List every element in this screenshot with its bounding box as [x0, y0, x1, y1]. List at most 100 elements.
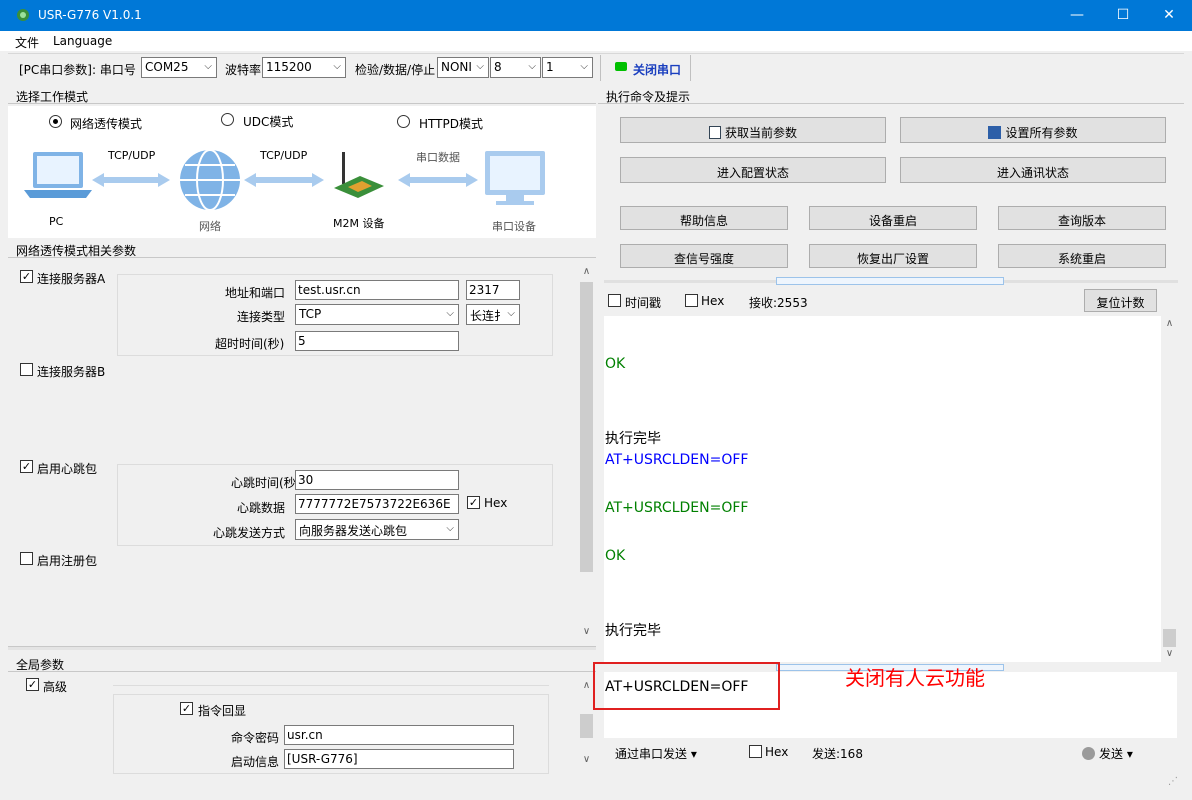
timestamp-checkbox[interactable] — [608, 294, 621, 307]
arrow-icon — [92, 173, 170, 187]
mode-label-httpd: HTTPD模式 — [419, 117, 483, 131]
parity-select[interactable]: NONI ⌵ — [437, 57, 489, 78]
search-doc-icon — [708, 126, 721, 139]
scroll-up-icon[interactable]: ∧ — [578, 266, 595, 277]
radio-udc[interactable] — [221, 113, 234, 126]
get-params-button[interactable]: 获取当前参数 — [620, 117, 886, 143]
commands-header: 执行命令及提示 — [598, 86, 1184, 104]
annotation-label: 关闭有人云功能 — [845, 666, 985, 690]
menu-language[interactable]: Language — [53, 34, 112, 48]
scroll-thumb[interactable] — [580, 714, 593, 738]
timeout-label: 超时时间(秒) — [215, 337, 285, 351]
server-b-label: 连接服务器B — [37, 365, 106, 379]
tx-hex-checkbox[interactable] — [749, 745, 762, 758]
serial-device-label: 串口设备 — [492, 220, 536, 233]
maximize-button[interactable]: ☐ — [1100, 0, 1146, 31]
receive-count: 接收:2553 — [749, 296, 808, 310]
hb-data-label: 心跳数据 — [237, 501, 286, 515]
net-params-header: 网络透传模式相关参数 — [8, 240, 596, 258]
pwd-label: 命令密码 — [231, 731, 280, 745]
close-port-button[interactable]: 关闭串口 — [633, 61, 681, 78]
query-version-button[interactable]: 查询版本 — [998, 206, 1166, 230]
device-label: M2M 设备 — [333, 217, 385, 230]
baud-label: 波特率 — [225, 63, 262, 77]
global-params-header: 全局参数 — [8, 654, 596, 672]
work-mode-header: 选择工作模式 — [8, 86, 596, 104]
log-line: AT+USRCLDEN=OFF — [605, 500, 749, 516]
log-line: OK — [605, 548, 626, 564]
scroll-thumb[interactable] — [1163, 629, 1176, 647]
menu-file[interactable]: 文件 — [15, 34, 39, 51]
conn-type-label: 连接类型 — [237, 310, 286, 324]
serial-link-label: 串口数据 — [416, 151, 460, 164]
rx-hex-checkbox[interactable] — [685, 294, 698, 307]
baud-select[interactable]: 115200 ⌵ — [262, 57, 346, 78]
arrow-icon — [244, 173, 324, 187]
send-count: 发送:168 — [812, 747, 863, 761]
port-label: : 串口号 — [92, 63, 136, 77]
link-label-1: TCP/UDP — [108, 149, 156, 162]
log-scrollbar[interactable]: ∧ ∨ — [1161, 316, 1178, 662]
scroll-up-icon[interactable]: ∧ — [1161, 318, 1178, 329]
save-icon — [988, 126, 1002, 139]
boot-input[interactable]: [USR-G776] — [284, 749, 514, 769]
advanced-checkbox[interactable]: ✓ — [26, 678, 39, 691]
hb-mode-label: 心跳发送方式 — [213, 526, 286, 540]
scroll-down-icon[interactable]: ∨ — [578, 626, 595, 637]
pwd-input[interactable]: usr.cn — [284, 725, 514, 745]
splitter-handle[interactable] — [776, 277, 1004, 285]
hb-time-label: 心跳时间(秒 — [231, 476, 296, 490]
app-icon — [17, 9, 29, 21]
heartbeat-checkbox[interactable]: ✓ — [20, 460, 33, 473]
scroll-down-icon[interactable]: ∨ — [1161, 648, 1178, 659]
receive-log[interactable] — [604, 316, 1161, 662]
set-params-button[interactable]: 设置所有参数 — [900, 117, 1166, 143]
hb-time-input[interactable]: 30 — [295, 470, 459, 490]
radio-httpd[interactable] — [397, 115, 410, 128]
conn-type-select[interactable]: TCP ⌵ — [295, 304, 459, 325]
port-status-icon — [615, 62, 627, 71]
stopbits-select[interactable]: 1 ⌵ — [542, 57, 593, 78]
tx-hex-label: Hex — [765, 745, 789, 759]
register-checkbox[interactable] — [20, 552, 33, 565]
close-button[interactable]: ✕ — [1146, 0, 1192, 31]
port-select[interactable]: COM25 ⌵ — [141, 57, 217, 78]
conn-mode-select[interactable]: 长连扌 ⌵ — [466, 304, 520, 325]
server-a-checkbox[interactable]: ✓ — [20, 270, 33, 283]
send-text: AT+USRCLDEN=OFF — [605, 679, 749, 695]
advanced-label: 高级 — [43, 680, 68, 694]
scroll-down-icon[interactable]: ∨ — [578, 754, 595, 765]
factory-reset-button[interactable]: 恢复出厂设置 — [809, 244, 977, 268]
send-button[interactable]: 发送 ▾ — [1082, 745, 1133, 762]
timestamp-label: 时间戳 — [625, 296, 662, 310]
menu-bar: 文件 Language — [0, 31, 1192, 51]
arrow-icon — [398, 173, 478, 187]
system-reboot-button[interactable]: 系统重启 — [998, 244, 1166, 268]
mode-label-net: 网络透传模式 — [70, 117, 143, 131]
help-button[interactable]: 帮助信息 — [620, 206, 788, 230]
server-addr-input[interactable]: test.usr.cn — [295, 280, 459, 300]
hb-hex-checkbox[interactable]: ✓ — [467, 496, 480, 509]
enter-comm-button[interactable]: 进入通讯状态 — [900, 157, 1166, 183]
scroll-thumb[interactable] — [580, 282, 593, 572]
hb-mode-select[interactable]: 向服务器发送心跳包 ⌵ — [295, 519, 459, 540]
server-b-checkbox[interactable] — [20, 363, 33, 376]
hb-data-input[interactable]: 7777772E7573722E636E — [295, 494, 459, 514]
echo-checkbox[interactable]: ✓ — [180, 702, 193, 715]
minimize-button[interactable]: — — [1054, 0, 1100, 31]
signal-button[interactable]: 查信号强度 — [620, 244, 788, 268]
radio-net-transparent[interactable] — [49, 115, 62, 128]
pc-label: PC — [49, 215, 64, 228]
send-via-dropdown[interactable]: 通过串口发送 ▾ — [615, 745, 697, 762]
reset-count-button[interactable]: 复位计数 — [1084, 289, 1157, 312]
enter-config-button[interactable]: 进入配置状态 — [620, 157, 886, 183]
server-port-input[interactable]: 2317 — [466, 280, 520, 300]
left-scrollbar[interactable]: ∧ ∨ — [578, 262, 595, 642]
reboot-device-button[interactable]: 设备重启 — [809, 206, 977, 230]
boot-label: 启动信息 — [231, 755, 280, 769]
parity-label: 检验/数据/停止 — [355, 63, 436, 77]
databits-select[interactable]: 8 ⌵ — [490, 57, 541, 78]
timeout-input[interactable]: 5 — [295, 331, 459, 351]
serial-device-icon — [485, 151, 545, 205]
pc-params-label: [PC串口参数] — [19, 63, 92, 77]
